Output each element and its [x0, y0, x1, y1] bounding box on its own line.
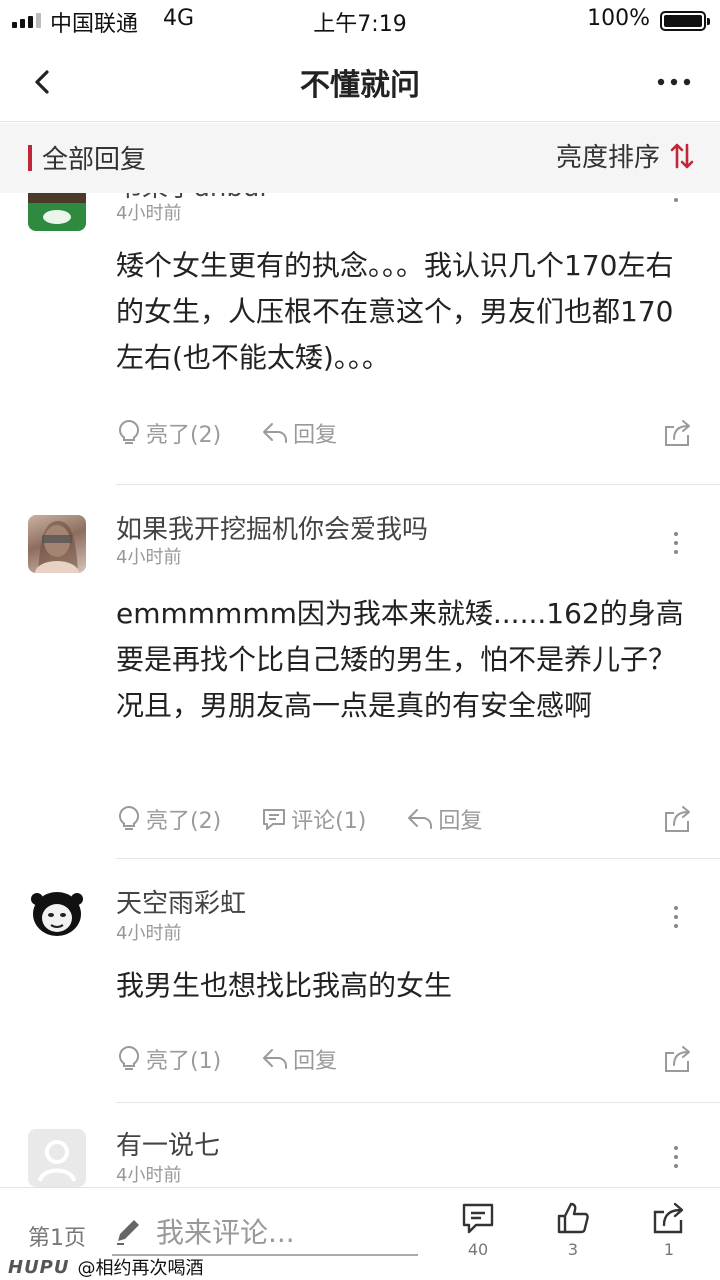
page-indicator[interactable]: 第1页 [28, 1220, 86, 1252]
comment-input[interactable]: 我来评论... [112, 1208, 418, 1256]
reply-button[interactable]: 回复 [406, 803, 482, 835]
username[interactable]: 有一说七 [116, 1125, 220, 1162]
thumbs-up-icon [557, 1202, 589, 1234]
share-icon[interactable] [662, 1043, 694, 1075]
sort-label: 亮度排序 [555, 143, 660, 173]
share-count: 1 [663, 1240, 675, 1259]
like-count: 3 [567, 1240, 579, 1259]
reply-label: 回复 [293, 1049, 338, 1074]
comment-menu-button[interactable] [666, 1143, 686, 1171]
section-title: 全部回复 [42, 145, 147, 175]
comments-button[interactable]: 40 [448, 1200, 508, 1259]
reply-button[interactable]: 回复 [261, 417, 337, 449]
lightbulb-icon [118, 419, 140, 444]
watermark: HUPU @相约再次喝酒 [8, 1254, 204, 1280]
comments-feed[interactable]: 书呆子anbui 4小时前 矮个女生更有的执念。。。我认识几个170左右的女生，… [0, 193, 720, 1187]
more-horizontal-icon [657, 78, 691, 86]
avatar[interactable] [28, 1129, 86, 1187]
comment-bubble-icon [263, 809, 286, 830]
comment-actions: 亮了(2) 回复 [116, 415, 377, 451]
nav-bar: 不懂就问 [0, 40, 720, 122]
comment-actions: 亮了(1) 回复 [116, 1041, 377, 1077]
reply-arrow-icon [263, 423, 288, 443]
light-label: 亮了(2) [146, 809, 222, 834]
comment-actions: 亮了(2) 评论(1) 回复 [116, 801, 522, 837]
watermark-handle: @相约再次喝酒 [77, 1258, 204, 1279]
sort-button[interactable]: 亮度排序 [556, 137, 694, 174]
replies-section-header: 全部回复 亮度排序 [0, 123, 720, 193]
username[interactable]: 天空雨彩虹 [116, 883, 246, 920]
like-button[interactable]: 3 [543, 1200, 603, 1259]
light-button[interactable]: 亮了(2) [116, 803, 221, 835]
share-icon[interactable] [662, 803, 694, 835]
comment-time: 4小时前 [116, 923, 182, 944]
battery-icon [660, 11, 710, 31]
username[interactable]: 如果我开挖掘机你会爱我吗 [116, 509, 428, 546]
comment-count: 40 [467, 1240, 489, 1259]
comment-content: 矮个女生更有的执念。。。我认识几个170左右的女生，人压根不在意这个，男友们也都… [116, 249, 674, 374]
share-button[interactable]: 1 [639, 1200, 699, 1259]
default-avatar-icon [38, 1140, 76, 1182]
avatar[interactable] [28, 193, 86, 231]
section-accent-bar [28, 145, 32, 171]
lightbulb-icon [118, 805, 140, 830]
comment-menu-button[interactable] [666, 903, 686, 931]
comment-divider [116, 858, 720, 859]
comment-menu-button[interactable] [666, 193, 686, 205]
comment-bubble-icon [462, 1203, 494, 1234]
watermark-brand: HUPU [8, 1256, 70, 1278]
comment-time: 4小时前 [116, 547, 182, 568]
reply-label: 回复 [293, 423, 338, 448]
comment-content: emmmmmm因为我本来就矮......162的身高要是再找个比自己矮的男生，怕… [116, 597, 684, 722]
light-label: 亮了(2) [146, 423, 222, 448]
comment-content: 我男生也想找比我高的女生 [116, 969, 453, 1002]
comment-divider [116, 484, 720, 485]
share-icon[interactable] [662, 417, 694, 449]
reply-arrow-icon [263, 1049, 288, 1069]
avatar[interactable] [28, 887, 86, 945]
comment-time: 4小时前 [116, 1165, 182, 1186]
light-button[interactable]: 亮了(1) [116, 1043, 221, 1075]
lightbulb-icon [118, 1045, 140, 1070]
comment-menu-button[interactable] [666, 529, 686, 557]
comment-button[interactable]: 评论(1) [261, 803, 366, 835]
share-icon [653, 1202, 684, 1234]
reply-arrow-icon [408, 809, 433, 829]
battery-percent: 100% [587, 6, 650, 31]
status-bar: 中国联通 4G 上午7:19 100% [0, 0, 720, 40]
reply-button[interactable]: 回复 [261, 1043, 337, 1075]
sort-arrows-icon [670, 143, 694, 168]
comment-count-label: 评论(1) [291, 809, 367, 834]
comment-divider [116, 1102, 720, 1103]
reply-label: 回复 [438, 809, 483, 834]
avatar[interactable] [28, 515, 86, 573]
light-label: 亮了(1) [146, 1049, 222, 1074]
comment-input-placeholder: 我来评论... [156, 1216, 295, 1249]
pencil-icon [117, 1220, 139, 1245]
comment-time: 4小时前 [116, 203, 182, 224]
light-button[interactable]: 亮了(2) [116, 417, 221, 449]
page-title: 不懂就问 [300, 68, 420, 103]
more-options-button[interactable] [654, 64, 694, 100]
